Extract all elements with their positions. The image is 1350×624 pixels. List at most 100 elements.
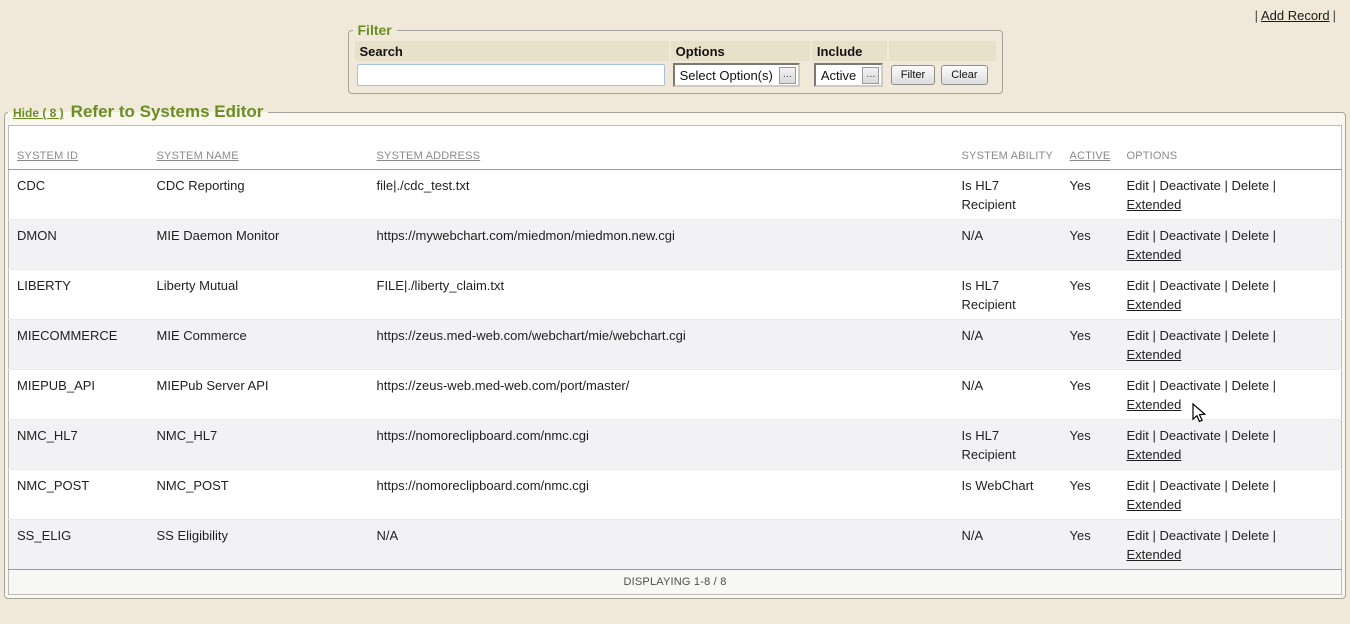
options-cell: Edit | Deactivate | Delete | Extended	[1118, 370, 1341, 420]
system-id-cell: LIBERTY	[9, 270, 149, 320]
option-link-extended[interactable]: Extended	[1126, 397, 1181, 412]
option-link-extended[interactable]: Extended	[1126, 547, 1181, 562]
options-cell: Edit | Deactivate | Delete | Extended	[1118, 270, 1341, 320]
option-link-edit[interactable]: Edit	[1126, 278, 1148, 293]
system-address-cell: N/A	[369, 520, 954, 570]
option-link-edit[interactable]: Edit	[1126, 478, 1148, 493]
filter-button[interactable]: Filter	[891, 65, 935, 85]
column-header-system-name[interactable]: SYSTEM NAME	[149, 126, 369, 170]
active-cell: Yes	[1062, 370, 1119, 420]
active-cell: Yes	[1062, 320, 1119, 370]
column-header-system-ability: SYSTEM ABILITY	[954, 126, 1062, 170]
options-multiselect[interactable]: Select Option(s)...	[673, 63, 800, 87]
active-cell: Yes	[1062, 270, 1119, 320]
system-name-cell: MIE Commerce	[149, 320, 369, 370]
system-name-cell: NMC_POST	[149, 470, 369, 520]
option-link-delete[interactable]: Delete	[1231, 178, 1269, 193]
table-row: MIECOMMERCEMIE Commercehttps://zeus.med-…	[9, 320, 1342, 370]
system-ability-cell: Is WebChart	[954, 470, 1062, 520]
option-link-deactivate[interactable]: Deactivate	[1159, 228, 1220, 243]
active-cell: Yes	[1062, 420, 1119, 470]
system-name-cell: Liberty Mutual	[149, 270, 369, 320]
filter-table: Search Options Include Select Option(s).…	[353, 40, 998, 89]
page-title: Refer to Systems Editor	[71, 102, 264, 121]
table-row: CDCCDC Reportingfile|./cdc_test.txtIs HL…	[9, 170, 1342, 220]
system-name-cell: MIE Daemon Monitor	[149, 220, 369, 270]
options-multiselect-label: Select Option(s)	[680, 68, 773, 83]
pipe-separator: |	[1255, 8, 1258, 23]
option-link-delete[interactable]: Delete	[1231, 378, 1269, 393]
ellipsis-button-icon[interactable]: ...	[779, 67, 796, 84]
filter-header-row: Search Options Include	[355, 41, 996, 61]
system-ability-cell: N/A	[954, 520, 1062, 570]
table-row: LIBERTYLiberty MutualFILE|./liberty_clai…	[9, 270, 1342, 320]
table-row: MIEPUB_APIMIEPub Server APIhttps://zeus-…	[9, 370, 1342, 420]
option-link-edit[interactable]: Edit	[1126, 378, 1148, 393]
column-header-system-id[interactable]: SYSTEM ID	[9, 126, 149, 170]
system-name-cell: SS Eligibility	[149, 520, 369, 570]
clear-button[interactable]: Clear	[941, 65, 987, 85]
system-address-cell: https://zeus.med-web.com/webchart/mie/we…	[369, 320, 954, 370]
option-link-edit[interactable]: Edit	[1126, 428, 1148, 443]
option-link-extended[interactable]: Extended	[1126, 297, 1181, 312]
option-link-edit[interactable]: Edit	[1126, 228, 1148, 243]
table-row: NMC_POSTNMC_POSThttps://nomoreclipboard.…	[9, 470, 1342, 520]
option-link-edit[interactable]: Edit	[1126, 328, 1148, 343]
option-link-deactivate[interactable]: Deactivate	[1159, 528, 1220, 543]
filter-column-search: Search	[355, 41, 669, 61]
option-link-extended[interactable]: Extended	[1126, 447, 1181, 462]
table-row: SS_ELIGSS EligibilityN/AN/AYesEdit | Dea…	[9, 520, 1342, 570]
add-record-link[interactable]: Add Record	[1261, 8, 1330, 23]
search-input[interactable]	[357, 64, 665, 86]
option-link-delete[interactable]: Delete	[1231, 328, 1269, 343]
options-cell: Edit | Deactivate | Delete | Extended	[1118, 170, 1341, 220]
system-ability-cell: Is HL7 Recipient	[954, 270, 1062, 320]
option-link-extended[interactable]: Extended	[1126, 247, 1181, 262]
table-header-row: SYSTEM IDSYSTEM NAMESYSTEM ADDRESSSYSTEM…	[9, 126, 1342, 170]
option-link-deactivate[interactable]: Deactivate	[1159, 428, 1220, 443]
option-link-deactivate[interactable]: Deactivate	[1159, 178, 1220, 193]
filter-column-include: Include	[812, 41, 887, 61]
systems-table-body: CDCCDC Reportingfile|./cdc_test.txtIs HL…	[9, 170, 1342, 570]
option-link-delete[interactable]: Delete	[1231, 528, 1269, 543]
option-link-deactivate[interactable]: Deactivate	[1159, 328, 1220, 343]
system-address-cell: https://mywebchart.com/miedmon/miedmon.n…	[369, 220, 954, 270]
option-link-extended[interactable]: Extended	[1126, 197, 1181, 212]
systems-editor-legend: Hide ( 8 ) Refer to Systems Editor	[8, 102, 268, 122]
option-link-deactivate[interactable]: Deactivate	[1159, 378, 1220, 393]
option-link-edit[interactable]: Edit	[1126, 178, 1148, 193]
option-link-delete[interactable]: Delete	[1231, 478, 1269, 493]
option-link-deactivate[interactable]: Deactivate	[1159, 278, 1220, 293]
options-cell: Edit | Deactivate | Delete | Extended	[1118, 320, 1341, 370]
system-id-cell: NMC_HL7	[9, 420, 149, 470]
option-link-delete[interactable]: Delete	[1231, 228, 1269, 243]
system-id-cell: NMC_POST	[9, 470, 149, 520]
options-cell: Edit | Deactivate | Delete | Extended	[1118, 470, 1341, 520]
hide-toggle-link[interactable]: Hide ( 8 )	[13, 106, 64, 120]
systems-table: SYSTEM IDSYSTEM NAMESYSTEM ADDRESSSYSTEM…	[8, 125, 1342, 595]
system-ability-cell: Is HL7 Recipient	[954, 170, 1062, 220]
filter-controls-row: Select Option(s)... Active... Filter Clea…	[355, 62, 996, 88]
active-cell: Yes	[1062, 470, 1119, 520]
option-link-deactivate[interactable]: Deactivate	[1159, 478, 1220, 493]
system-ability-cell: N/A	[954, 320, 1062, 370]
system-address-cell: https://nomoreclipboard.com/nmc.cgi	[369, 420, 954, 470]
table-row: DMONMIE Daemon Monitorhttps://mywebchart…	[9, 220, 1342, 270]
option-link-edit[interactable]: Edit	[1126, 528, 1148, 543]
column-header-system-address[interactable]: SYSTEM ADDRESS	[369, 126, 954, 170]
option-link-delete[interactable]: Delete	[1231, 278, 1269, 293]
active-cell: Yes	[1062, 220, 1119, 270]
system-id-cell: MIECOMMERCE	[9, 320, 149, 370]
column-header-active[interactable]: ACTIVE	[1062, 126, 1119, 170]
ellipsis-button-icon[interactable]: ...	[862, 67, 879, 84]
system-ability-cell: N/A	[954, 220, 1062, 270]
option-link-delete[interactable]: Delete	[1231, 428, 1269, 443]
table-footer-row: DISPLAYING 1-8 / 8	[9, 570, 1342, 595]
option-link-extended[interactable]: Extended	[1126, 497, 1181, 512]
options-cell: Edit | Deactivate | Delete | Extended	[1118, 520, 1341, 570]
include-multiselect[interactable]: Active...	[814, 63, 884, 87]
options-cell: Edit | Deactivate | Delete | Extended	[1118, 420, 1341, 470]
displaying-count: DISPLAYING 1-8 / 8	[9, 570, 1342, 595]
system-address-cell: https://nomoreclipboard.com/nmc.cgi	[369, 470, 954, 520]
option-link-extended[interactable]: Extended	[1126, 347, 1181, 362]
